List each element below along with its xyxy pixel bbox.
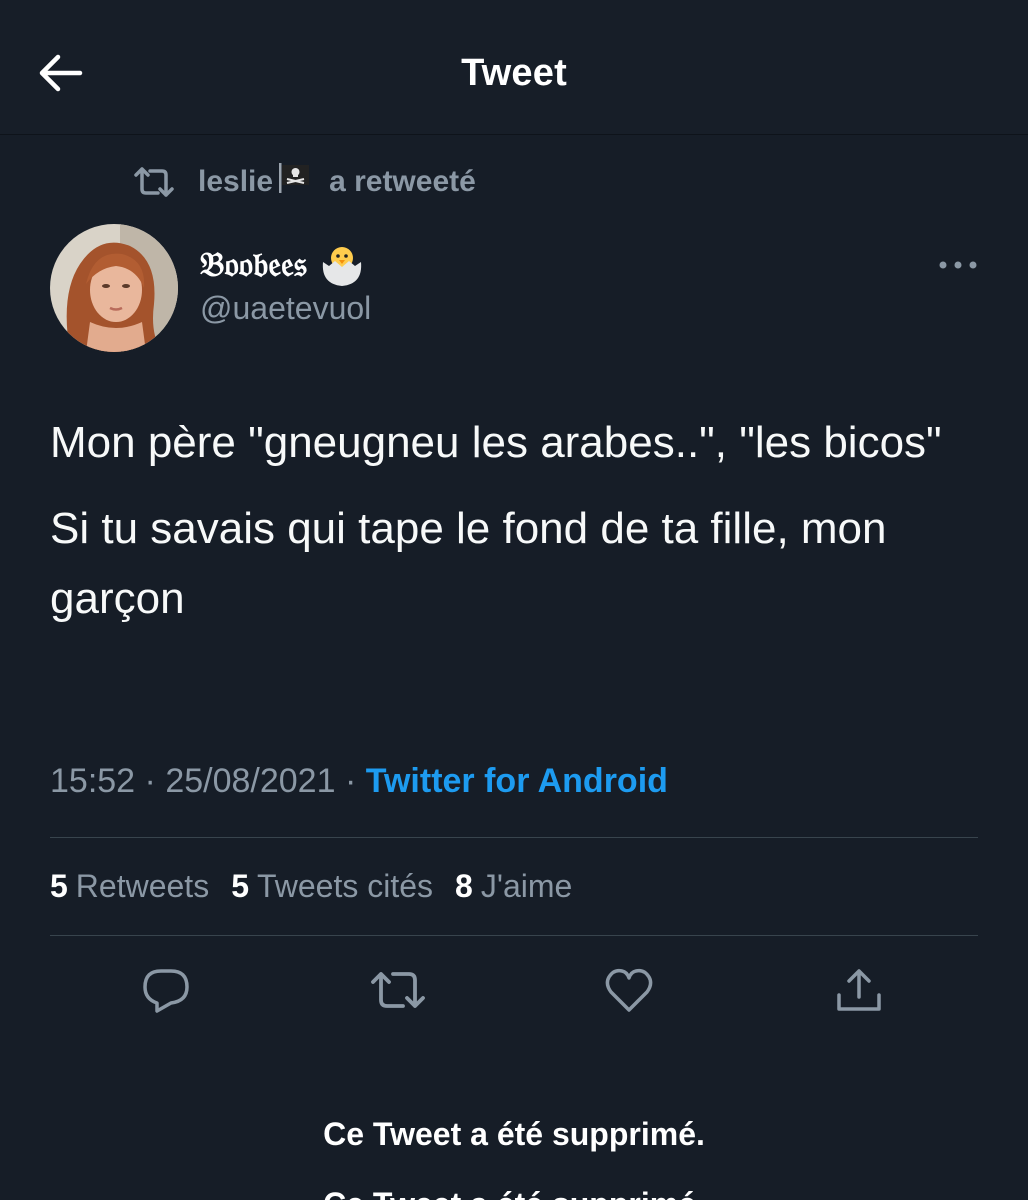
deleted-tweet-notice: Ce Tweet a été supprimé. [323, 1116, 705, 1152]
tweet-page: Tweet leslie a retweeté 𝔅𝔬𝔬𝔟𝔢𝔢𝔰 @uaetevu… [0, 0, 1028, 1200]
avatar[interactable] [50, 224, 178, 352]
divider [50, 837, 978, 838]
tweet-date: 25/08/2021 [165, 762, 336, 800]
retweet-button[interactable] [368, 962, 428, 1022]
tweet-actions [0, 962, 1028, 1022]
deleted-tweet-notice: Ce Tweet a été supprimé. [0, 1186, 1028, 1200]
retweeted-by[interactable]: leslie a retweeté [132, 160, 476, 204]
quote-tweets-stat[interactable]: 5 Tweets cités [231, 868, 433, 905]
share-icon [833, 965, 885, 1020]
retweet-icon [132, 165, 176, 199]
more-dots-icon [938, 257, 978, 275]
tweet-paragraph: Mon père "gneugneu les arabes..", "les b… [50, 418, 942, 467]
retweet-icon [369, 968, 427, 1017]
pirate-flag-icon [277, 162, 311, 202]
author-handle[interactable]: @uaetevuol [200, 290, 371, 327]
reply-button[interactable] [136, 962, 196, 1022]
retweets-stat[interactable]: 5 Retweets [50, 868, 209, 905]
page-title: Tweet [461, 52, 567, 94]
more-options-button[interactable] [930, 248, 986, 284]
retweet-label: a retweeté [329, 165, 476, 198]
quote-tweets-label: Tweets cités [256, 868, 434, 904]
retweeter-name: leslie [198, 165, 274, 198]
tweet-stats: 5 Retweets 5 Tweets cités 8 J'aime [50, 868, 572, 905]
top-bar: Tweet [0, 0, 1028, 135]
quote-tweets-count: 5 [231, 868, 249, 904]
retweets-label: Retweets [75, 868, 210, 904]
tweet-meta: 15:52 · 25/08/2021 · Twitter for Android [50, 762, 668, 801]
meta-separator: · [344, 762, 357, 800]
likes-stat[interactable]: 8 J'aime [455, 868, 572, 905]
divider [50, 935, 978, 936]
tweet-time: 15:52 [50, 762, 136, 800]
likes-count: 8 [455, 868, 473, 904]
tweet-text: Mon père "gneugneu les arabes..", "les b… [50, 408, 980, 634]
meta-separator: · [144, 762, 156, 800]
like-icon [603, 966, 655, 1019]
author-name-text: 𝔅𝔬𝔬𝔟𝔢𝔢𝔰 [200, 245, 307, 285]
hatching-chick-icon [319, 242, 365, 288]
tweet-paragraph: Si tu savais qui tape le fond de ta fill… [50, 504, 887, 623]
reply-icon [141, 965, 191, 1020]
share-button[interactable] [829, 962, 889, 1022]
tweet-source-link[interactable]: Twitter for Android [366, 762, 668, 800]
like-button[interactable] [599, 962, 659, 1022]
author-display-name[interactable]: 𝔅𝔬𝔬𝔟𝔢𝔢𝔰 [200, 240, 365, 290]
retweets-count: 5 [50, 868, 68, 904]
likes-label: J'aime [480, 868, 573, 904]
